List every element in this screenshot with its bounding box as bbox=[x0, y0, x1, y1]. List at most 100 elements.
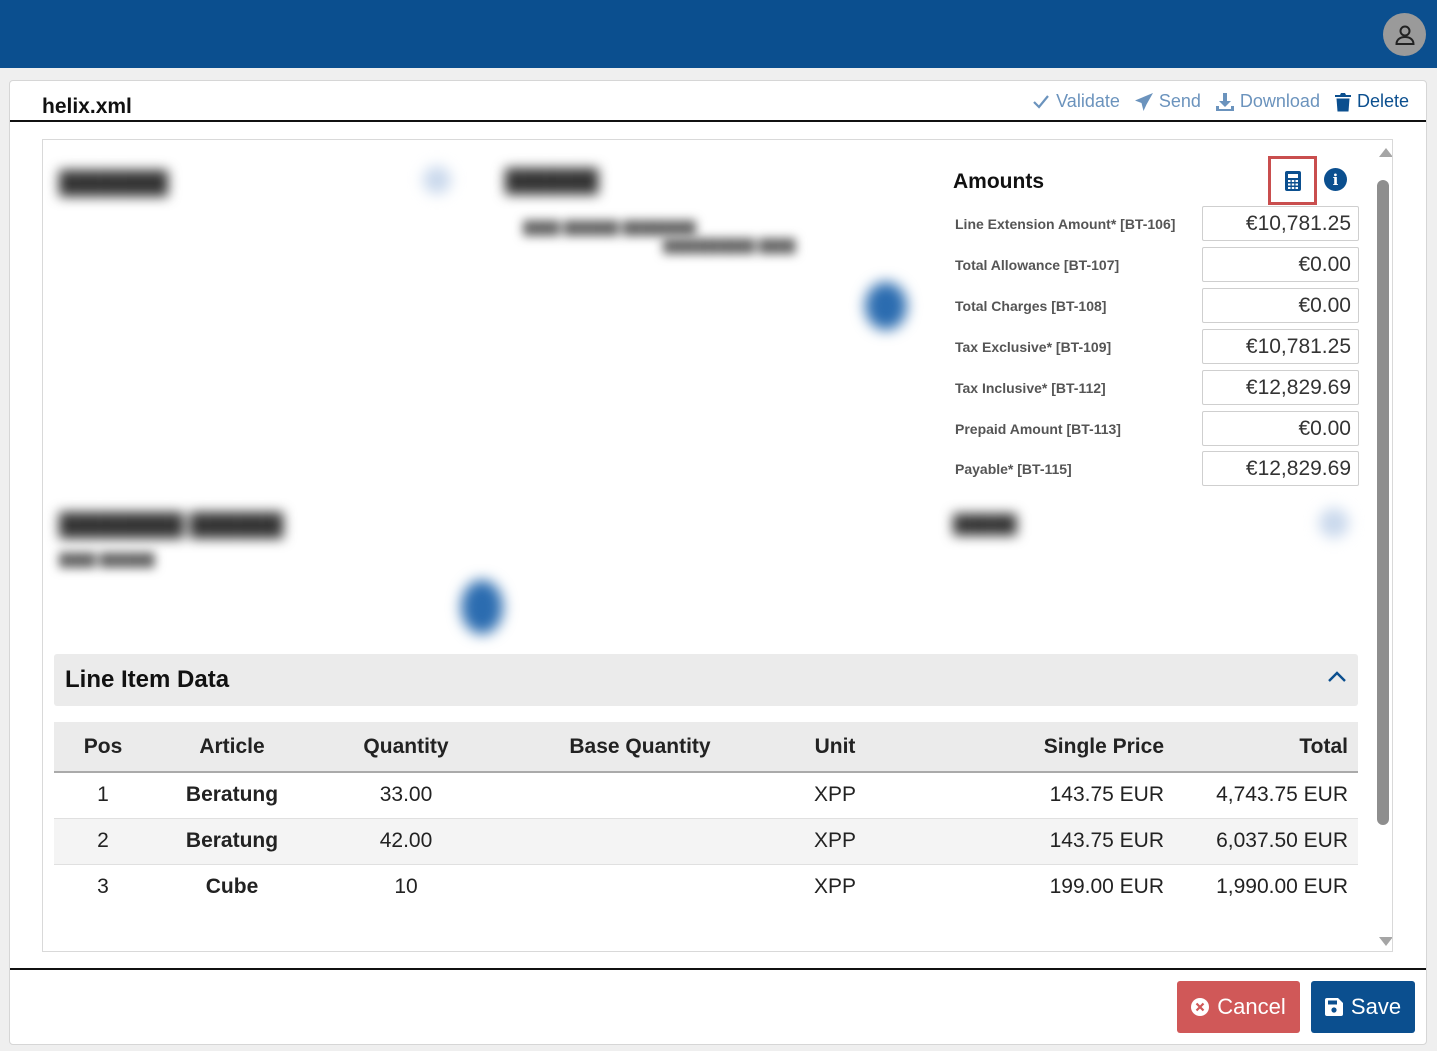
table-header-row: Pos Article Quantity Base Quantity Unit … bbox=[54, 722, 1358, 772]
save-label: Save bbox=[1350, 994, 1402, 1019]
amount-label: Line Extension Amount* [BT-106] bbox=[955, 216, 1176, 232]
column-header-quantity[interactable]: Quantity bbox=[312, 722, 500, 772]
chevron-up-icon[interactable] bbox=[1327, 670, 1347, 684]
column-header-pos[interactable]: Pos bbox=[54, 722, 152, 772]
cell-total: 1,990.00 EUR bbox=[1216, 875, 1348, 899]
blurred-section-heading: █████ bbox=[953, 514, 1017, 534]
line-item-section-header[interactable]: Line Item Data bbox=[54, 654, 1358, 706]
blurred-section-heading: ████████ ██████ bbox=[59, 512, 284, 537]
download-label: Download bbox=[1239, 91, 1320, 111]
blurred-icon bbox=[1319, 508, 1349, 538]
amounts-title: Amounts bbox=[953, 170, 1044, 193]
footer-divider bbox=[10, 968, 1426, 970]
line-extension-amount-field[interactable]: €10,781.25 bbox=[1202, 206, 1359, 241]
cancel-label: Cancel bbox=[1217, 994, 1286, 1019]
download-icon bbox=[1215, 92, 1234, 111]
amount-label: Tax Exclusive* [BT-109] bbox=[955, 339, 1112, 355]
prepaid-amount-field[interactable]: €0.00 bbox=[1202, 411, 1359, 446]
amount-row-payable: Payable* [BT-115] €12,829.69 bbox=[955, 451, 1359, 487]
document-toolbar: Validate Send Download Delete bbox=[1031, 91, 1409, 112]
blurred-button bbox=[461, 580, 503, 634]
column-header-article[interactable]: Article bbox=[152, 722, 312, 772]
cell-unit: XPP bbox=[813, 829, 857, 852]
cell-single-price: 143.75 EUR bbox=[1049, 829, 1164, 852]
table-row[interactable]: 1 Beratung 33.00 XPP 143.75 EUR 4,743.75… bbox=[54, 772, 1358, 818]
download-button[interactable]: Download bbox=[1215, 91, 1320, 112]
payable-field[interactable]: €12,829.69 bbox=[1202, 451, 1359, 486]
scroll-down-arrow-icon[interactable] bbox=[1379, 937, 1392, 946]
cancel-button[interactable]: Cancel bbox=[1177, 981, 1300, 1033]
amount-label: Prepaid Amount [BT-113] bbox=[955, 421, 1121, 437]
delete-label: Delete bbox=[1356, 91, 1409, 111]
cell-article: Beratung bbox=[185, 829, 279, 852]
blurred-text: ██████████ ████ bbox=[663, 238, 796, 253]
cell-quantity: 10 bbox=[394, 875, 418, 899]
send-label: Send bbox=[1158, 91, 1201, 111]
amount-label: Total Allowance [BT-107] bbox=[955, 257, 1120, 273]
send-button[interactable]: Send bbox=[1134, 91, 1201, 112]
cell-unit: XPP bbox=[813, 783, 857, 807]
amount-row-prepaid: Prepaid Amount [BT-113] €0.00 bbox=[955, 411, 1359, 447]
calculator-icon bbox=[1284, 170, 1301, 191]
paper-plane-icon bbox=[1134, 92, 1153, 111]
section-title: Line Item Data bbox=[65, 666, 230, 693]
amount-row-total-charges: Total Charges [BT-108] €0.00 bbox=[955, 288, 1359, 324]
document-editor-panel: ███████ ██████ ████ ██████ ████████ ████… bbox=[42, 139, 1393, 952]
amount-label: Payable* [BT-115] bbox=[955, 461, 1072, 477]
blurred-icon bbox=[423, 166, 451, 194]
tax-exclusive-field[interactable]: €10,781.25 bbox=[1202, 329, 1359, 364]
cell-base-quantity bbox=[500, 864, 780, 910]
total-allowance-field[interactable]: €0.00 bbox=[1202, 247, 1359, 282]
blurred-text: ████ ██████ ████████ bbox=[523, 220, 697, 235]
blurred-button bbox=[865, 282, 907, 330]
cell-pos: 3 bbox=[97, 875, 109, 899]
user-icon bbox=[1394, 25, 1415, 45]
blurred-section-heading: ███████ bbox=[59, 170, 169, 195]
floppy-disk-icon bbox=[1324, 998, 1343, 1016]
document-card: helix.xml Validate Send Download Delete … bbox=[9, 80, 1427, 1045]
cell-base-quantity bbox=[500, 772, 780, 818]
calculate-button[interactable] bbox=[1268, 156, 1317, 205]
cell-single-price: 143.75 EUR bbox=[1049, 783, 1164, 807]
column-header-unit[interactable]: Unit bbox=[780, 722, 890, 772]
amount-row-tax-inclusive: Tax Inclusive* [BT-112] €12,829.69 bbox=[955, 370, 1359, 406]
cell-pos: 1 bbox=[97, 783, 109, 807]
cell-total: 6,037.50 EUR bbox=[1216, 829, 1348, 852]
blurred-text: ████ ██████ bbox=[59, 552, 155, 567]
scrollbar-thumb[interactable] bbox=[1377, 180, 1389, 825]
cell-article: Beratung bbox=[185, 783, 279, 807]
blurred-section-heading: ██████ bbox=[505, 168, 599, 193]
table-row[interactable]: 2 Beratung 42.00 XPP 143.75 EUR 6,037.50… bbox=[54, 818, 1358, 864]
save-button[interactable]: Save bbox=[1311, 981, 1415, 1033]
column-header-single-price[interactable]: Single Price bbox=[890, 722, 1174, 772]
cell-base-quantity bbox=[500, 818, 780, 864]
total-charges-field[interactable]: €0.00 bbox=[1202, 288, 1359, 323]
times-circle-icon bbox=[1191, 998, 1210, 1016]
amount-label: Tax Inclusive* [BT-112] bbox=[955, 380, 1106, 396]
line-items-table: Pos Article Quantity Base Quantity Unit … bbox=[54, 722, 1358, 910]
user-avatar-button[interactable] bbox=[1383, 13, 1426, 56]
scroll-up-arrow-icon[interactable] bbox=[1379, 148, 1392, 157]
cell-total: 4,743.75 EUR bbox=[1216, 783, 1348, 807]
trash-icon bbox=[1334, 92, 1351, 111]
column-header-base-quantity[interactable]: Base Quantity bbox=[500, 722, 780, 772]
amount-label: Total Charges [BT-108] bbox=[955, 298, 1107, 314]
info-icon[interactable]: i bbox=[1324, 168, 1347, 191]
cell-quantity: 33.00 bbox=[379, 783, 433, 807]
cell-single-price: 199.00 EUR bbox=[1049, 875, 1164, 899]
check-icon bbox=[1033, 94, 1049, 109]
header-divider bbox=[10, 120, 1426, 122]
amount-row-tax-exclusive: Tax Exclusive* [BT-109] €10,781.25 bbox=[955, 329, 1359, 365]
amount-row-line-extension: Line Extension Amount* [BT-106] €10,781.… bbox=[955, 206, 1359, 242]
document-title: helix.xml bbox=[42, 95, 132, 118]
tax-inclusive-field[interactable]: €12,829.69 bbox=[1202, 370, 1359, 405]
cell-article: Cube bbox=[205, 875, 259, 899]
top-nav-bar bbox=[0, 0, 1437, 68]
column-header-total[interactable]: Total bbox=[1174, 722, 1358, 772]
amount-row-total-allowance: Total Allowance [BT-107] €0.00 bbox=[955, 247, 1359, 283]
table-row[interactable]: 3 Cube 10 XPP 199.00 EUR 1,990.00 EUR bbox=[54, 864, 1358, 910]
delete-button[interactable]: Delete bbox=[1334, 91, 1409, 112]
cell-pos: 2 bbox=[97, 829, 109, 852]
validate-button[interactable]: Validate bbox=[1031, 91, 1120, 112]
cell-unit: XPP bbox=[813, 875, 857, 899]
